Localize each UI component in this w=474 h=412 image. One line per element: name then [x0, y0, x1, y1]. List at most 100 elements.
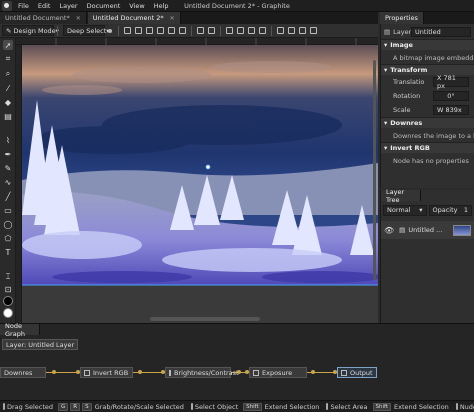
graphite-logo-icon	[2, 0, 12, 11]
select-tool-icon[interactable]: ➚	[3, 40, 13, 50]
align-right-icon[interactable]	[146, 27, 153, 34]
align-top-icon[interactable]	[157, 27, 164, 34]
key-hint: Shift	[243, 402, 262, 411]
tab-properties[interactable]: Properties	[380, 12, 424, 24]
close-icon[interactable]: ✕	[76, 15, 81, 22]
rotation-input[interactable]: 0°	[433, 91, 469, 101]
output-port[interactable]	[311, 370, 315, 374]
invert-description: Node has no properties	[393, 157, 469, 165]
mouse-drag-icon	[326, 403, 329, 410]
pivot-icon[interactable]	[108, 28, 112, 33]
mode-label: Design Mode	[13, 26, 56, 35]
translation-x-input[interactable]: X 781 px	[433, 74, 469, 90]
view-mode-icon[interactable]	[310, 27, 317, 34]
menu-edit[interactable]: Edit	[38, 2, 51, 10]
divider	[118, 25, 119, 36]
node-brightness-contrast[interactable]: Brightness/Contrast	[165, 367, 239, 378]
tab-layer-tree[interactable]: Layer Tree	[381, 188, 421, 204]
node-downres[interactable]: Downres	[0, 367, 46, 378]
text-tool-icon[interactable]: T	[3, 247, 13, 257]
line-tool-icon[interactable]: ╱	[3, 191, 13, 201]
zoom-tool-icon[interactable]: ⌕	[3, 69, 13, 79]
layer-name-input[interactable]: Untitled	[411, 26, 471, 37]
opacity-input[interactable]: Opacity 1	[428, 204, 472, 216]
section-invert-rgb[interactable]: ▾ Invert RGB	[381, 142, 474, 153]
overlays-icon[interactable]	[299, 27, 306, 34]
vertical-scrollbar[interactable]	[373, 60, 376, 280]
flip-vertical-icon[interactable]	[208, 27, 215, 34]
align-center-icon[interactable]	[135, 27, 142, 34]
boolean-union-icon[interactable]	[226, 27, 233, 34]
menu-file[interactable]: File	[18, 2, 29, 10]
divider	[191, 25, 192, 36]
layer-name-value: Untitled	[415, 27, 441, 36]
rectangle-tool-icon[interactable]: ▭	[3, 205, 13, 215]
tool-shelf: ➚ ⌗ ⌕ ⁄ ◆ ▤ ⌇ ✒ ✎ ∿ ╱ ▭ ◯ ⬠ T ⌶ ⊡	[0, 38, 16, 323]
tab-label: Untitled Document 2*	[92, 14, 164, 22]
secondary-color-swatch[interactable]	[3, 308, 13, 318]
graph-breadcrumb[interactable]: Layer: Untitled Layer	[2, 339, 79, 350]
pen-tool-icon[interactable]: ✒	[3, 149, 13, 159]
layer-item[interactable]: 👁 ▤ Untitled ...	[381, 221, 474, 239]
visibility-eye-icon[interactable]: 👁	[384, 226, 394, 235]
path-tool-icon[interactable]: ⌇	[3, 135, 13, 145]
hint-label: Drag Selected	[7, 402, 54, 411]
align-bottom-icon[interactable]	[179, 27, 186, 34]
align-left-icon[interactable]	[124, 27, 131, 34]
opacity-value: 1	[463, 206, 468, 214]
boolean-subtract-icon[interactable]	[237, 27, 244, 34]
section-image[interactable]: ▾ Image	[381, 39, 474, 50]
node-exposure[interactable]: Exposure	[249, 367, 307, 378]
frame-tool-icon[interactable]: ⊡	[3, 284, 13, 294]
primary-color-swatch[interactable]	[3, 296, 13, 306]
boolean-difference-icon[interactable]	[259, 27, 266, 34]
menu-document[interactable]: Document	[87, 2, 121, 10]
menu-help[interactable]: Help	[154, 2, 169, 10]
tab-node-graph[interactable]: Node Graph	[0, 322, 40, 338]
spline-tool-icon[interactable]: ∿	[3, 177, 13, 187]
chevron-down-icon: ▾	[384, 144, 388, 152]
flip-horizontal-icon[interactable]	[197, 27, 204, 34]
scale-width-input[interactable]: W 839x	[433, 105, 469, 115]
divider	[57, 25, 58, 36]
snapping-icon[interactable]	[277, 27, 284, 34]
tab-document-2[interactable]: Untitled Document 2* ✕	[87, 12, 181, 24]
node-label: Brightness/Contrast	[174, 368, 239, 377]
blend-mode-dropdown[interactable]: Normal ▾	[383, 204, 427, 216]
boolean-intersect-icon[interactable]	[248, 27, 255, 34]
section-title: Image	[390, 41, 413, 49]
canvas-viewport[interactable]	[22, 45, 378, 323]
hint-label: Select Object	[194, 402, 239, 411]
select-mode-dropdown[interactable]: Deep Select▾	[63, 25, 110, 36]
output-port[interactable]	[237, 370, 241, 374]
ruler-ticks	[55, 38, 357, 45]
section-downres[interactable]: ▾ Downres	[381, 117, 474, 128]
ellipse-tool-icon[interactable]: ◯	[3, 219, 13, 229]
eyedropper-tool-icon[interactable]: ⁄	[3, 83, 13, 93]
artboard-tool-icon[interactable]: ⌗	[3, 54, 13, 64]
inverted-landscape-image[interactable]	[22, 45, 378, 323]
hint-label: Select Area	[330, 402, 368, 411]
node-output[interactable]: Output	[337, 367, 377, 378]
polygon-tool-icon[interactable]: ⬠	[3, 233, 13, 243]
tab-document-1[interactable]: Untitled Document* ✕	[0, 12, 87, 24]
align-middle-icon[interactable]	[168, 27, 175, 34]
node-invert-rgb[interactable]: Invert RGB	[80, 367, 133, 378]
output-port[interactable]	[52, 370, 56, 374]
output-port[interactable]	[138, 370, 142, 374]
grid-icon[interactable]	[288, 27, 295, 34]
gradient-tool-icon[interactable]: ▤	[3, 111, 13, 121]
properties-panel: ▤ Layer Untitled ▾ Image A bitmap image e…	[380, 24, 474, 188]
brush-tool-icon[interactable]: ⌶	[3, 272, 13, 282]
fill-tool-icon[interactable]: ◆	[3, 97, 13, 107]
menu-layer[interactable]: Layer	[59, 2, 77, 10]
freehand-tool-icon[interactable]: ✎	[3, 163, 13, 173]
menu-view[interactable]: View	[129, 2, 144, 10]
close-icon[interactable]: ✕	[170, 15, 175, 22]
node-type-icon	[341, 369, 347, 376]
status-bar: Drag Selected G R S Grab/Rotate/Scale Se…	[0, 400, 474, 412]
mode-dropdown[interactable]: ✎Design Mode▾	[2, 25, 59, 36]
section-title: Downres	[390, 119, 423, 127]
horizontal-scrollbar[interactable]	[150, 317, 260, 321]
node-label: Exposure	[262, 368, 293, 377]
